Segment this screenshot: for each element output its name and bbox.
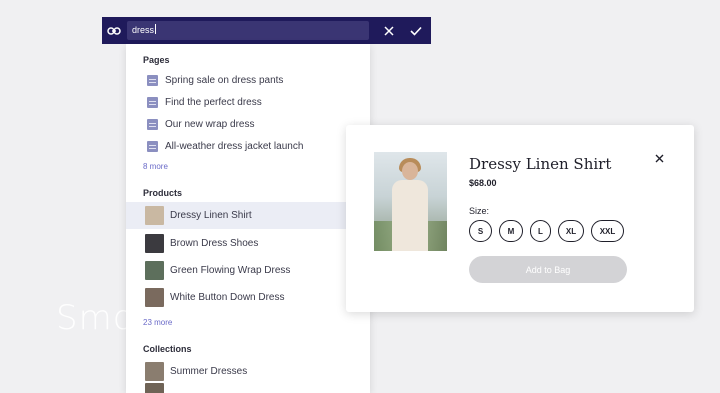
hero-background-text: Smo [56, 298, 135, 338]
page-icon [147, 118, 158, 130]
check-icon[interactable] [407, 22, 425, 40]
page-result-item[interactable]: Spring sale on dress pants [126, 71, 370, 89]
product-result-item[interactable]: White Button Down Dress [126, 284, 370, 311]
product-result-label: White Button Down Dress [170, 292, 285, 303]
pages-section-title: Pages [143, 55, 170, 65]
size-option-s[interactable]: S [469, 220, 492, 242]
size-label: Size: [469, 206, 490, 216]
size-options: S M L XL XXL [469, 220, 631, 242]
page-result-label: All-weather dress jacket launch [165, 140, 304, 152]
page-result-label: Find the perfect dress [165, 96, 262, 108]
pages-more-link[interactable]: 8 more [143, 162, 168, 171]
link-toolbar: dress [102, 17, 431, 44]
product-thumbnail [145, 261, 164, 280]
product-result-label: Green Flowing Wrap Dress [170, 265, 291, 276]
collection-result-label: Summer Dresses [170, 366, 248, 377]
size-option-m[interactable]: M [499, 220, 523, 242]
products-more-link[interactable]: 23 more [143, 318, 172, 327]
size-option-l[interactable]: L [530, 220, 551, 242]
collections-section-title: Collections [143, 344, 192, 354]
add-to-bag-button[interactable]: Add to Bag [469, 256, 627, 283]
size-option-xl[interactable]: XL [558, 220, 584, 242]
close-icon[interactable] [652, 151, 666, 165]
product-price: $68.00 [469, 178, 497, 188]
page-result-item[interactable]: Find the perfect dress [126, 93, 370, 111]
collection-result-item[interactable]: Summer Dresses [126, 358, 370, 385]
link-search-input[interactable]: dress [127, 21, 369, 40]
search-results-dropdown: Pages Spring sale on dress pants Find th… [126, 44, 370, 393]
collection-thumbnail [145, 362, 164, 381]
page-result-item[interactable]: Our new wrap dress [126, 115, 370, 133]
product-quick-view: Dressy Linen Shirt $68.00 Size: S M L XL… [346, 125, 694, 312]
size-option-xxl[interactable]: XXL [591, 220, 624, 242]
close-icon[interactable] [380, 22, 398, 40]
product-thumbnail [145, 288, 164, 307]
product-thumbnail [145, 206, 164, 225]
page-result-item[interactable]: All-weather dress jacket launch [126, 137, 370, 155]
products-section-title: Products [143, 188, 183, 198]
page-icon [147, 74, 158, 86]
product-image [374, 152, 447, 251]
page-result-label: Spring sale on dress pants [165, 74, 284, 86]
product-result-label: Brown Dress Shoes [170, 238, 259, 249]
product-thumbnail [145, 234, 164, 253]
page-icon [147, 140, 158, 152]
collection-thumbnail [145, 382, 164, 393]
page-icon [147, 96, 158, 108]
product-result-item[interactable]: Green Flowing Wrap Dress [126, 257, 370, 284]
link-icon [102, 17, 126, 44]
page-result-label: Our new wrap dress [165, 118, 255, 130]
collection-result-item[interactable] [126, 382, 370, 393]
product-result-label: Dressy Linen Shirt [170, 210, 252, 221]
product-result-item[interactable]: Brown Dress Shoes [126, 230, 370, 257]
product-title: Dressy Linen Shirt [469, 155, 612, 173]
product-result-item[interactable]: Dressy Linen Shirt [126, 202, 370, 229]
